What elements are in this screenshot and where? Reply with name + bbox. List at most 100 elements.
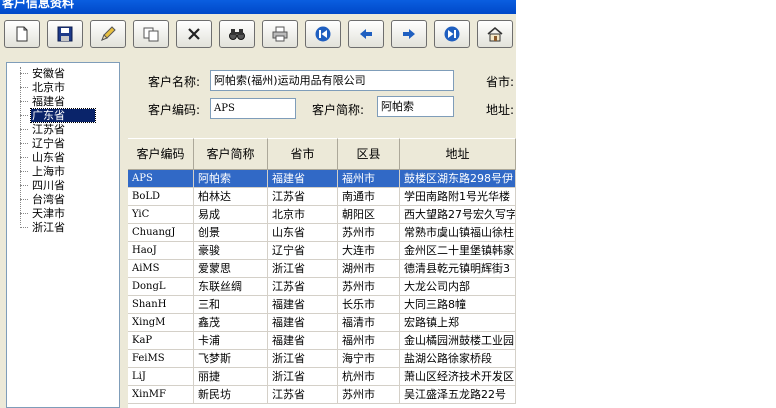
table-row[interactable]: XinMF 新民坊 江苏省 苏州市 吴江盛泽五龙路22号 [128,386,516,404]
tree-node[interactable]: 上海市 [31,165,66,178]
column-header[interactable]: 地址 [400,138,516,170]
copy-button[interactable] [133,20,169,48]
table-row[interactable]: DongL 东联丝绸 江苏省 苏州市 大龙公司内部 [128,278,516,296]
tree-node[interactable]: 山东省 [31,151,66,164]
column-header[interactable]: 区县 [338,138,400,170]
tree-node[interactable]: 江苏省 [31,123,66,136]
delete-button[interactable] [176,20,212,48]
customer-grid: 客户编码 客户简称 省市 区县 地址 APS 阿帕索 福建省 福州市 鼓楼区湖东路298号伊 BoL… [128,138,516,408]
table-cell: 江苏省 [268,188,338,206]
edit-button[interactable] [90,20,126,48]
table-row[interactable]: ShanH 三和 福建省 长乐市 大同三路8幢 [128,296,516,314]
column-header[interactable]: 省市 [268,138,338,170]
tree-node[interactable]: 天津市 [31,207,66,220]
first-record-button[interactable] [305,20,341,48]
table-row[interactable]: HaoJ 豪骏 辽宁省 大连市 金州区二十里堡镇韩家 [128,242,516,260]
delete-x-icon [188,28,200,40]
tree-node[interactable]: 福建省 [31,95,66,108]
tree-branch [20,87,28,88]
table-cell: 金州区二十里堡镇韩家 [400,242,516,260]
table-cell: AiMS [128,260,194,278]
column-header[interactable]: 客户简称 [194,138,268,170]
table-cell: 宏路镇上郑 [400,314,516,332]
table-cell: ChuangJ [128,224,194,242]
tree-node[interactable]: 辽宁省 [31,137,66,150]
column-header[interactable]: 客户编码 [128,138,194,170]
table-cell: 江苏省 [268,386,338,404]
table-cell: 海宁市 [338,350,400,368]
table-cell: DongL [128,278,194,296]
table-cell: 长乐市 [338,296,400,314]
tree-branch [20,213,28,214]
table-row[interactable]: XingM 鑫茂 福建省 福清市 宏路镇上郑 [128,314,516,332]
customer-name-field[interactable]: 阿帕索(福州)运动用品有限公司 [210,70,454,91]
table-row[interactable]: AiMS 爱蒙思 浙江省 湖州市 德清县乾元镇明辉街3 [128,260,516,278]
customer-short-name-field[interactable]: 阿帕索 [377,96,454,117]
tree-line [20,67,21,225]
table-cell: 德清县乾元镇明辉街3 [400,260,516,278]
table-row[interactable]: FeiMS 飞梦斯 浙江省 海宁市 盐湖公路徐家桥段 [128,350,516,368]
tree-node[interactable]: 广东省 [30,108,96,123]
toolbar [0,14,516,56]
new-document-icon [16,26,28,42]
table-cell: YiC [128,206,194,224]
customer-short-name-label: 客户简称: [312,103,365,117]
customer-code-field[interactable]: APS [210,98,296,119]
table-cell: 爱蒙思 [194,260,268,278]
save-button[interactable] [47,20,83,48]
table-cell: 浙江省 [268,350,338,368]
tree-node[interactable]: 安徽省 [31,67,66,80]
table-cell: FeiMS [128,350,194,368]
table-cell: 鑫茂 [194,314,268,332]
tree-node[interactable]: 浙江省 [31,221,66,234]
tree-node[interactable]: 台湾省 [31,193,66,206]
tree-branch [20,115,28,116]
last-record-button[interactable] [434,20,470,48]
table-cell: 辽宁省 [268,242,338,260]
table-cell: 常熟市虞山镇福山徐柱 [400,224,516,242]
table-cell: BoLD [128,188,194,206]
table-cell: 丽捷 [194,368,268,386]
tree-branch [20,199,28,200]
table-cell: 卡浦 [194,332,268,350]
tree-node[interactable]: 北京市 [31,81,66,94]
customer-code-label: 客户编码: [148,103,201,117]
customer-name-label: 客户名称: [148,75,201,89]
table-cell: 湖州市 [338,260,400,278]
tree-node[interactable]: 四川省 [31,179,66,192]
table-cell: 浙江省 [268,368,338,386]
table-cell: 易成 [194,206,268,224]
table-cell: 萧山区经济技术开发区 [400,368,516,386]
table-cell: 苏州市 [338,224,400,242]
table-row[interactable]: BoLD 柏林达 江苏省 南通市 学田南路附1号光华楼 [128,188,516,206]
table-cell: 鼓楼区湖东路298号伊 [400,170,516,188]
edit-pencil-icon [101,26,116,41]
next-record-button[interactable] [391,20,427,48]
address-label: 地址: [486,103,515,117]
tree-branch [20,157,28,158]
table-cell: 苏州市 [338,386,400,404]
table-cell: LiJ [128,368,194,386]
previous-record-button[interactable] [348,20,384,48]
find-button[interactable] [219,20,255,48]
table-cell: 飞梦斯 [194,350,268,368]
tree-branch [20,101,28,102]
new-button[interactable] [4,20,40,48]
table-cell: 山东省 [268,224,338,242]
table-cell: 东联丝绸 [194,278,268,296]
table-cell: APS [128,170,194,188]
home-button[interactable] [477,20,513,48]
table-row[interactable]: LiJ 丽捷 浙江省 杭州市 萧山区经济技术开发区 [128,368,516,386]
table-row[interactable]: KaP 卡浦 福建省 福州市 金山橘园洲鼓楼工业园 [128,332,516,350]
table-cell: 福建省 [268,296,338,314]
province-tree: 安徽省 北京市 福建省 广东省 江苏省 辽宁省 山东省 上海市 四川省 台湾省 天津市 浙江省 [6,62,120,408]
tree-branch [20,171,28,172]
window-title: 客户信息资料 [2,0,75,10]
table-row[interactable]: APS 阿帕索 福建省 福州市 鼓楼区湖东路298号伊 [128,170,516,188]
table-cell: 福建省 [268,314,338,332]
print-button[interactable] [262,20,298,48]
table-row[interactable]: YiC 易成 北京市 朝阳区 西大望路27号宏久写字 [128,206,516,224]
table-cell: 创景 [194,224,268,242]
table-row[interactable]: ChuangJ 创景 山东省 苏州市 常熟市虞山镇福山徐柱 [128,224,516,242]
table-cell: 吴江盛泽五龙路22号 [400,386,516,404]
